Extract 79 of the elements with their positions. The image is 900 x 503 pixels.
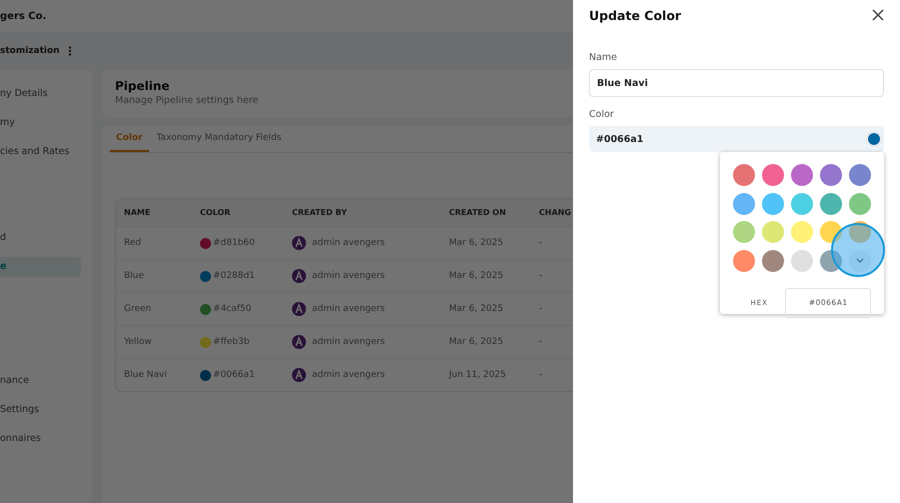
table-cell-text: Blue	[123, 271, 145, 281]
table-cell-text: Red	[123, 238, 142, 248]
table-cell-text: Mar 6, 2025	[448, 304, 504, 314]
sidebar-item[interactable]: onnaires	[0, 429, 81, 449]
color-input[interactable]: #0066a1	[589, 126, 884, 152]
table-cell: admin avengers	[312, 370, 385, 380]
close-icon[interactable]	[872, 9, 884, 21]
sidebar-item[interactable]: nance	[0, 371, 81, 391]
table-cell: admin avengers	[312, 238, 385, 248]
color-swatch[interactable]	[791, 250, 813, 272]
field-label: Color	[589, 109, 615, 120]
table-cell: #4caf50	[213, 304, 252, 314]
color-swatch[interactable]	[791, 192, 813, 214]
avatar-icon	[292, 368, 306, 382]
page-title: Pipeline	[115, 79, 170, 93]
table-cell: admin avengers	[312, 337, 385, 347]
sidebar-item[interactable]: e	[0, 257, 81, 277]
drawer-title: Update Color	[589, 8, 682, 22]
table-cell-text: -	[538, 370, 544, 380]
avatar-icon	[292, 302, 306, 316]
chevron-down-icon	[856, 258, 864, 263]
avatar-icon	[292, 269, 306, 283]
column-header: CHANG	[538, 208, 572, 217]
avatar-icon	[292, 236, 306, 250]
avatar-icon	[292, 335, 306, 349]
sidebar-item[interactable]: my	[0, 113, 81, 133]
section-title: stomization	[0, 46, 60, 56]
column-header: NAME	[123, 208, 152, 217]
table-cell-text: Mar 6, 2025	[448, 238, 504, 248]
table-cell-text: Jun 11, 2025	[448, 370, 508, 380]
sidebar-item[interactable]: cies and Rates	[0, 142, 81, 162]
color-swatch[interactable]	[820, 250, 842, 272]
color-swatch[interactable]	[733, 221, 755, 243]
company-name: gers Co.	[0, 10, 46, 22]
color-swatch[interactable]	[849, 164, 871, 186]
page-subtitle: Manage Pipeline settings here	[115, 95, 258, 106]
table-cell-text: -	[538, 304, 544, 314]
color-swatch[interactable]	[820, 221, 842, 243]
sidebar-item[interactable]: Settings	[0, 400, 81, 420]
color-swatch[interactable]	[791, 164, 813, 186]
column-header: COLOR	[199, 208, 232, 217]
table-cell: admin avengers	[312, 304, 385, 314]
table-cell-text: Yellow	[123, 337, 153, 347]
name-input[interactable]: Blue Navi	[589, 69, 884, 97]
tab[interactable]: Color	[110, 125, 148, 152]
table-cell-text: -	[538, 271, 544, 281]
color-swatch[interactable]	[733, 250, 755, 272]
sidebar-item[interactable]: ny Details	[0, 84, 81, 104]
table-cell: #ffeb3b	[213, 337, 250, 347]
color-swatch[interactable]	[762, 250, 784, 272]
color-swatch[interactable]	[733, 192, 755, 214]
table-cell-text: -	[538, 337, 544, 347]
color-swatch[interactable]	[820, 192, 842, 214]
color-swatch[interactable]	[762, 221, 784, 243]
table-cell-text: Mar 6, 2025	[448, 271, 504, 281]
column-header: CREATED BY	[291, 208, 348, 217]
field-label: Name	[589, 52, 618, 63]
table-cell-text: -	[538, 238, 544, 248]
color-swatch[interactable]	[867, 132, 881, 146]
click-highlight	[831, 223, 885, 277]
table-cell-text: Blue Navi	[123, 370, 168, 380]
table-cell: #0066a1	[213, 370, 255, 380]
color-value: #0066a1	[596, 134, 644, 144]
color-swatch[interactable]	[820, 164, 842, 186]
table-cell: admin avengers	[312, 271, 385, 281]
table-cell: #0288d1	[213, 271, 255, 281]
color-swatch[interactable]	[733, 164, 755, 186]
color-swatch[interactable]	[791, 221, 813, 243]
color-swatch[interactable]	[849, 192, 871, 214]
table-cell: #d81b60	[213, 238, 255, 248]
table-cell-text: Mar 6, 2025	[448, 337, 504, 347]
color-swatch[interactable]	[762, 192, 784, 214]
sidebar-item[interactable]: d	[0, 228, 81, 248]
table-cell-text: Green	[123, 304, 152, 314]
color-swatch[interactable]	[762, 164, 784, 186]
column-header: CREATED ON	[448, 208, 507, 217]
more-icon[interactable]	[68, 46, 72, 56]
tab[interactable]: Taxonomy Mandatory Fields	[150, 125, 288, 152]
color-swatch[interactable]	[849, 221, 871, 243]
